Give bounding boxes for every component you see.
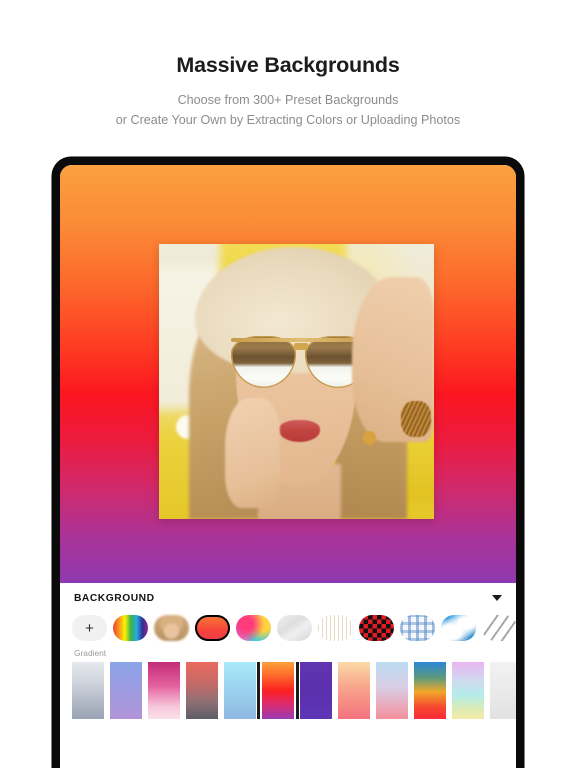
grid-pattern-swatch[interactable] <box>318 615 353 641</box>
photo-swatch[interactable] <box>154 615 189 641</box>
gradient-coral-gray[interactable] <box>186 662 218 719</box>
gradient-gray-slate[interactable] <box>72 662 104 719</box>
plus-icon: + <box>85 619 94 637</box>
add-background[interactable]: + <box>72 615 107 641</box>
gradient-section-label: Gradient <box>74 648 107 658</box>
photo-sunglasses <box>230 336 371 389</box>
gradient-swatch[interactable] <box>195 615 230 641</box>
chroma-swatch[interactable] <box>236 615 271 641</box>
texture-swatch[interactable] <box>277 615 312 641</box>
background-panel-header[interactable]: BACKGROUND <box>60 583 516 613</box>
panel-spacer <box>60 719 516 733</box>
gradient-blue-orange-red[interactable] <box>414 662 446 719</box>
chevron-down-icon[interactable] <box>492 595 502 601</box>
app-screenshot: Massive Backgrounds Choose from 300+ Pre… <box>0 0 576 768</box>
plaid-pattern-swatch[interactable] <box>400 615 435 641</box>
stripe-texture-swatch[interactable] <box>482 615 516 641</box>
editor-canvas[interactable] <box>60 165 516 583</box>
tablet-device-frame: BACKGROUND + Gradient <box>52 157 524 768</box>
photo-bracelet <box>401 400 432 437</box>
gradient-peach-coral[interactable] <box>338 662 370 719</box>
photo-lips <box>278 420 320 442</box>
rainbow-swatch[interactable] <box>113 615 148 641</box>
page-title: Massive Backgrounds <box>176 53 400 77</box>
photo-lens-left <box>230 336 297 389</box>
sky-photo-swatch[interactable] <box>441 615 476 641</box>
background-panel: BACKGROUND + Gradient <box>60 583 516 768</box>
gradient-skyblue-pink[interactable] <box>376 662 408 719</box>
gradient-pink-cyan-yellow[interactable] <box>452 662 484 719</box>
photo-glasses-bridge <box>293 343 308 350</box>
page-subtitle: Choose from 300+ Preset Backgrounds or C… <box>0 90 576 130</box>
header: Massive Backgrounds Choose from 300+ Pre… <box>0 0 576 130</box>
canvas-photo[interactable] <box>159 244 434 519</box>
photo-earring <box>362 431 377 445</box>
photo-hand-left <box>225 398 280 508</box>
subtitle-line-1: Choose from 300+ Preset Backgrounds <box>177 93 399 107</box>
background-panel-title: BACKGROUND <box>74 592 155 604</box>
photo-glasses-browbar <box>230 337 371 342</box>
gradient-violet[interactable] <box>300 662 332 719</box>
gradient-cyan-blue[interactable] <box>224 662 256 719</box>
checker-pattern-swatch[interactable] <box>359 615 394 641</box>
category-swatch-row[interactable]: + <box>60 613 516 645</box>
gradient-swatch-row[interactable] <box>60 662 516 719</box>
gradient-blue-purple[interactable] <box>110 662 142 719</box>
device-screen: BACKGROUND + Gradient <box>60 165 516 768</box>
gradient-orange-red-purple[interactable] <box>257 662 299 719</box>
subtitle-line-2: or Create Your Own by Extracting Colors … <box>115 113 461 127</box>
gradient-magenta-pink[interactable] <box>148 662 180 719</box>
gradient-partial[interactable] <box>490 662 516 719</box>
